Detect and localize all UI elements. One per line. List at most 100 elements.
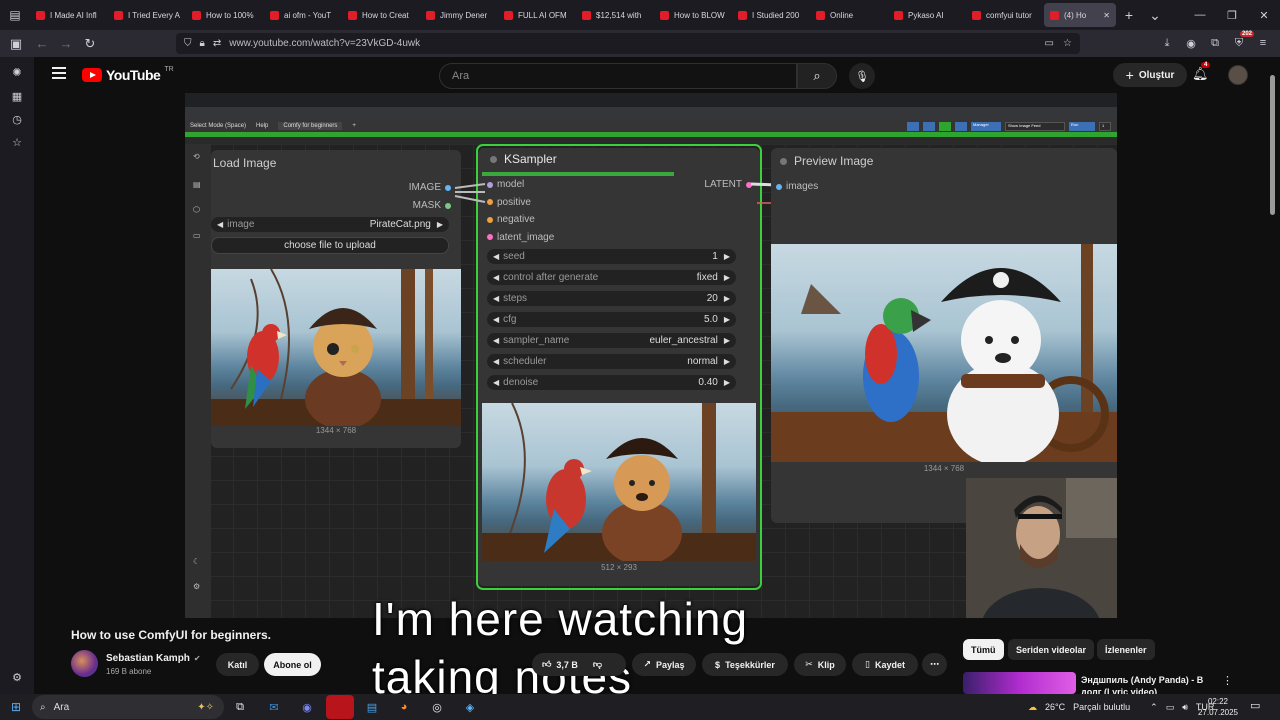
browser-tab[interactable]: I Studied 200 <box>732 0 810 30</box>
task-view-icon[interactable]: ⧉ <box>226 695 254 719</box>
bookmarks-icon[interactable]: ☆ <box>10 136 24 150</box>
notification-center-icon[interactable]: ▭ <box>1250 699 1260 712</box>
copilot-icon[interactable]: ◈ <box>456 695 484 719</box>
search-highlight-icon: ✦✧ <box>197 701 214 713</box>
browser-tab[interactable]: Online <box>810 0 888 30</box>
comfy-image-feed-button: Show Image Feed <box>1005 122 1065 131</box>
browser-tab[interactable]: Jimmy Dener <box>420 0 498 30</box>
browser-tab[interactable]: How to Creat <box>342 0 420 30</box>
outlook-icon[interactable]: ✉ <box>260 695 288 719</box>
presenter-webcam <box>966 478 1117 618</box>
browser-tab[interactable]: (4) Ho ✕ <box>1044 3 1116 27</box>
scrollbar-thumb[interactable] <box>1270 75 1275 215</box>
new-tab-icon[interactable]: + <box>1116 7 1142 23</box>
menu-icon[interactable]: ≡ <box>1254 32 1272 54</box>
window-controls: — ❐ ✕ <box>1184 0 1280 30</box>
firefox-icon[interactable]: ◕ <box>390 695 418 719</box>
chip-watched[interactable]: İzlenenler <box>1097 639 1155 660</box>
recommendation-menu-icon[interactable]: ⋮ <box>1222 674 1233 687</box>
extension-shield-icon[interactable]: ⛨ 202 <box>1230 31 1254 54</box>
image-widget-label: image <box>227 219 255 230</box>
reader-view-icon[interactable]: ▭ <box>1045 38 1054 49</box>
thanks-icon: $ <box>715 659 721 670</box>
chip-series[interactable]: Seriden videolar <box>1008 639 1095 660</box>
tab-favicon-icon <box>894 10 903 20</box>
like-icon[interactable]: 👍︎ <box>542 659 551 670</box>
clip-button[interactable]: ✂ Klip <box>794 653 846 676</box>
tab-title: I Tried Every A <box>128 10 180 20</box>
history-icon[interactable]: ◷ <box>10 113 24 127</box>
tab-list-icon[interactable]: ▤ <box>0 0 30 30</box>
close-window-icon[interactable]: ✕ <box>1248 0 1280 30</box>
search-input[interactable]: Ara <box>439 63 797 89</box>
more-actions-button[interactable]: ⋯ <box>922 653 947 676</box>
theme-toggle-icon: ☾ <box>193 557 201 566</box>
sidebar-settings-icon[interactable]: ⚙ <box>10 671 24 685</box>
windows-start-icon[interactable]: ⊞ <box>0 694 32 720</box>
account-icon[interactable]: ◉ <box>1182 32 1200 54</box>
browser-navbar: ▣ ← → ↻ ⛉ 🔒︎ ⇄ www.youtube.com/watch?v=2… <box>0 30 1280 57</box>
chip-all[interactable]: Tümü <box>963 639 1004 660</box>
volume-icon[interactable]: 🔊︎ <box>1182 702 1188 713</box>
taskbar-clock[interactable]: 02:22 27.07.2025 <box>1196 696 1240 718</box>
bookmark-star-icon[interactable]: ☆ <box>1063 38 1072 49</box>
browser-tab[interactable]: comfyui tutor <box>966 0 1044 30</box>
browser-tab[interactable]: How to 100% <box>186 0 264 30</box>
browser-tab[interactable]: How to BLOW <box>654 0 732 30</box>
tray-chevron-icon[interactable]: ⌃ <box>1150 702 1158 713</box>
save-button[interactable]: ▯ Kaydet <box>852 653 918 676</box>
browser-tab[interactable]: $12,514 with <box>576 0 654 30</box>
minimize-icon[interactable]: — <box>1184 0 1216 30</box>
dislike-icon[interactable]: 👎︎ <box>593 659 602 670</box>
account-avatar[interactable] <box>1228 65 1248 85</box>
thanks-button[interactable]: $ Teşekkürler <box>702 653 788 676</box>
recommendation-title[interactable]: Эндшпиль (Andy Panda) - В долг (Lyric vi… <box>1081 674 1211 696</box>
channel-avatar[interactable] <box>71 650 98 677</box>
share-button[interactable]: ↗ Paylaş <box>632 653 696 676</box>
recommendation-thumbnail[interactable] <box>963 672 1076 694</box>
close-tab-icon[interactable]: ✕ <box>1103 11 1110 20</box>
browser-tab[interactable]: ai ofm - YouT <box>264 0 342 30</box>
tab-favicon-icon <box>504 10 513 20</box>
reload-icon[interactable]: ↻ <box>78 32 102 56</box>
network-icon[interactable]: ▭ <box>1166 702 1175 713</box>
url-bar[interactable]: ⛉ 🔒︎ ⇄ www.youtube.com/watch?v=23VkGD-4u… <box>176 33 1080 54</box>
weather-desc[interactable]: Parçalı bulutlu <box>1073 702 1130 712</box>
subscribe-button[interactable]: Abone ol <box>264 653 321 676</box>
notifications-button[interactable]: 🔔︎ 4 <box>1192 62 1211 82</box>
restore-icon[interactable]: ❐ <box>1216 0 1248 30</box>
back-icon[interactable]: ← <box>30 32 54 56</box>
forward-icon[interactable]: → <box>54 32 78 56</box>
browser-tab[interactable]: Pykaso AI <box>888 0 966 30</box>
download-icon[interactable]: ⤓ <box>1158 32 1176 54</box>
page-scrollbar[interactable] <box>1269 67 1276 692</box>
comfy-run-count: 1 <box>1099 122 1111 131</box>
parrot-dog-illustration <box>771 244 1117 462</box>
extensions-icon[interactable]: ⧉ <box>1206 32 1224 54</box>
youtube-logo[interactable]: YouTube TR <box>82 66 174 83</box>
tab-favicon-icon <box>348 10 357 20</box>
tab-title: I Studied 200 <box>752 10 800 20</box>
browser-tab[interactable]: FULL AI OFM <box>498 0 576 30</box>
inner-browser-addressbar <box>185 107 1117 119</box>
channel-name-row[interactable]: Sebastian Kamph ✔ <box>106 653 201 664</box>
tab-title: How to BLOW <box>674 10 725 20</box>
sidebar-toggle-icon[interactable]: ▣ <box>4 32 28 56</box>
red-app-icon[interactable] <box>326 695 354 719</box>
discord-icon[interactable]: ◉ <box>293 695 321 719</box>
join-button[interactable]: Katıl <box>216 653 259 676</box>
github-icon[interactable]: ◎ <box>423 695 451 719</box>
browser-tab[interactable]: I Made AI Infl <box>30 0 108 30</box>
search-button[interactable]: ⌕ <box>797 63 837 89</box>
tab-overflow-chevron-icon[interactable]: ⌄ <box>1142 7 1168 24</box>
taskbar-search[interactable]: ⌕ Ara ✦✧ <box>32 695 224 719</box>
ai-chatbot-icon[interactable]: ✺ <box>10 66 24 80</box>
window-app-icon[interactable]: ▤ <box>358 695 386 719</box>
image-slot-dot <box>445 184 451 191</box>
create-button[interactable]: + Oluştur <box>1113 63 1187 87</box>
guide-menu-icon[interactable] <box>52 67 66 79</box>
browser-tab[interactable]: I Tried Every A <box>108 0 186 30</box>
voice-search-button[interactable]: 🎙︎ <box>849 63 875 89</box>
synced-tabs-icon[interactable]: ▦ <box>10 90 24 104</box>
weather-temp[interactable]: 26°C <box>1045 702 1065 712</box>
